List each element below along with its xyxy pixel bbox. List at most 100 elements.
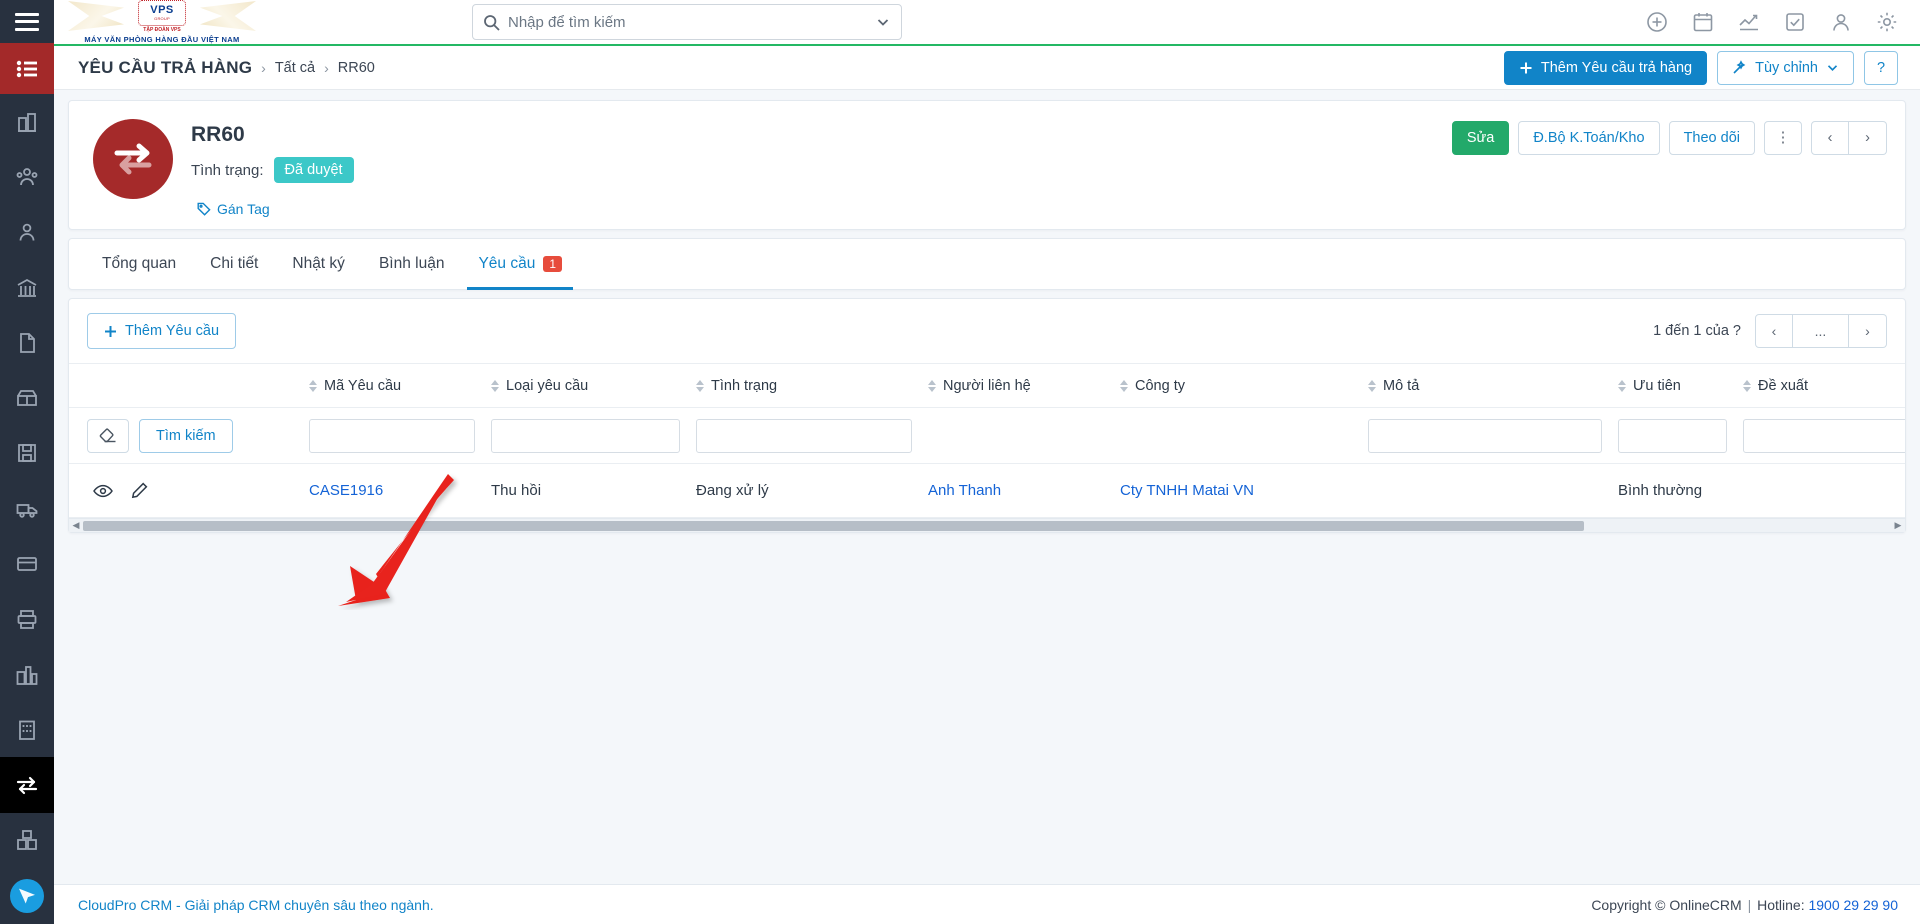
status-badge[interactable]: Đã duyệt	[273, 157, 354, 183]
pagination-more-button[interactable]: ...	[1793, 314, 1849, 348]
footer-copyright: Copyright © OnlineCRM | Hotline: 1900 29…	[1591, 897, 1898, 913]
sort-icon[interactable]	[696, 379, 704, 392]
tab-binh-luan[interactable]: Bình luận	[362, 239, 462, 289]
filter-input-ma-yeu-cau[interactable]	[309, 418, 475, 453]
sort-icon[interactable]	[1618, 379, 1626, 392]
tab-chi-tiet[interactable]: Chi tiết	[193, 239, 275, 289]
tab-tong-quan[interactable]: Tổng quan	[85, 239, 193, 289]
plus-icon	[1520, 62, 1532, 73]
contact-link[interactable]: Anh Thanh	[928, 482, 1001, 499]
filter-input-loai-yeu-cau[interactable]	[491, 418, 680, 453]
filter-input-de-xuat[interactable]	[1743, 418, 1905, 453]
column-mo-ta[interactable]: Mô tả	[1360, 363, 1610, 408]
sidebar-item-payments[interactable]	[0, 592, 54, 647]
column-de-xuat[interactable]: Đề xuất	[1735, 363, 1905, 408]
sidebar-item-branches[interactable]	[0, 647, 54, 702]
column-tinh-trang[interactable]: Tình trạng	[688, 363, 920, 408]
sort-icon[interactable]	[1368, 379, 1376, 392]
follow-button[interactable]: Theo dõi	[1668, 121, 1755, 155]
card-icon	[17, 557, 37, 571]
clear-filters-button[interactable]	[87, 418, 129, 453]
calendar-icon[interactable]	[1692, 11, 1714, 33]
sidebar-chat-button[interactable]	[0, 868, 54, 924]
plus-circle-icon[interactable]	[1646, 11, 1668, 33]
column-loai-yeu-cau[interactable]: Loại yêu cầu	[483, 363, 688, 408]
cell-de-xuat	[1735, 463, 1905, 518]
breadcrumb-item-all[interactable]: Tất cả	[275, 60, 315, 76]
search-box[interactable]	[472, 4, 902, 40]
sidebar-item-contacts[interactable]	[0, 205, 54, 260]
column-uu-tien[interactable]: Ưu tiên	[1610, 363, 1735, 408]
next-record-button[interactable]: ›	[1849, 121, 1887, 155]
chart-icon[interactable]	[1738, 11, 1760, 33]
logo-seal-text: VPS	[150, 4, 174, 16]
footer-product-link[interactable]: CloudPro CRM - Giải pháp CRM chuyên sâu …	[78, 897, 434, 913]
sync-accounting-button[interactable]: Đ.Bộ K.Toán/Kho	[1518, 121, 1660, 155]
sidebar-item-leads[interactable]	[0, 149, 54, 204]
tab-nhat-ky[interactable]: Nhật ký	[275, 239, 362, 289]
filter-input-mo-ta[interactable]	[1368, 418, 1602, 453]
sidebar-item-invoices[interactable]	[0, 536, 54, 591]
pagination-previous-button[interactable]: ‹	[1755, 314, 1793, 348]
sidebar-item-products[interactable]	[0, 371, 54, 426]
search-filter-button[interactable]: Tìm kiếm	[139, 418, 233, 453]
search-input[interactable]	[508, 13, 869, 31]
scrollbar-thumb[interactable]	[83, 520, 1584, 531]
scrollbar-track[interactable]	[83, 519, 1891, 533]
footer-hotline-number[interactable]: 1900 29 29 90	[1808, 897, 1898, 913]
scroll-left-arrow-icon[interactable]: ◀	[69, 521, 83, 530]
sort-icon[interactable]	[491, 379, 499, 392]
hamburger-icon	[15, 12, 39, 31]
sidebar-item-dashboard[interactable]	[0, 94, 54, 149]
global-search	[472, 4, 902, 40]
user-icon[interactable]	[1830, 11, 1852, 33]
more-actions-button[interactable]: ⋮	[1764, 121, 1802, 155]
filter-input-tinh-trang[interactable]	[696, 418, 912, 453]
task-check-icon[interactable]	[1784, 11, 1806, 33]
assign-tag-label: Gán Tag	[217, 201, 270, 217]
chevron-down-icon[interactable]	[869, 14, 891, 30]
sidebar-item-inventory[interactable]	[0, 426, 54, 481]
sidebar-toggle-button[interactable]	[0, 0, 54, 44]
sidebar-item-documents[interactable]	[0, 315, 54, 370]
sort-icon[interactable]	[309, 379, 317, 392]
company-link[interactable]: Cty TNHH Matai VN	[1120, 482, 1254, 499]
sort-icon[interactable]	[1743, 379, 1751, 392]
customize-button[interactable]: Tùy chỉnh	[1717, 50, 1854, 85]
sort-icon[interactable]	[928, 379, 936, 392]
pagination-next-button[interactable]: ›	[1849, 314, 1887, 348]
filter-cell-uu-tien	[1610, 407, 1735, 464]
sidebar-item-deliveries[interactable]	[0, 481, 54, 536]
request-code-link[interactable]: CASE1916	[309, 482, 383, 499]
add-return-request-button[interactable]: Thêm Yêu cầu trả hàng	[1503, 50, 1708, 85]
sidebar-item-return-requests[interactable]	[0, 757, 54, 813]
footer-copyright-text: Copyright © OnlineCRM	[1591, 896, 1742, 913]
tab-label: Bình luận	[378, 255, 445, 272]
sidebar-item-reports[interactable]	[0, 813, 54, 868]
breadcrumb-item-record[interactable]: RR60	[338, 60, 375, 76]
help-button[interactable]: ?	[1864, 50, 1898, 85]
sidebar-item-organizations[interactable]	[0, 260, 54, 315]
tab-yeu-cau[interactable]: Yêu cầu 1	[461, 239, 579, 290]
sidebar-item-departments[interactable]	[0, 702, 54, 757]
add-request-button[interactable]: Thêm Yêu cầu	[87, 313, 237, 349]
sort-icon[interactable]	[1120, 379, 1128, 392]
previous-record-button[interactable]: ‹	[1811, 121, 1849, 155]
assign-tag-link[interactable]: Gán Tag	[197, 201, 354, 217]
scroll-right-arrow-icon[interactable]: ▶	[1891, 521, 1905, 530]
table-filter-row: Tìm kiếm	[69, 407, 1905, 464]
column-ma-yeu-cau[interactable]: Mã Yêu cầu	[301, 363, 483, 408]
filter-input-uu-tien[interactable]	[1618, 418, 1727, 453]
horizontal-scrollbar[interactable]: ◀ ▶	[69, 518, 1905, 532]
gear-icon[interactable]	[1876, 11, 1898, 33]
edit-button[interactable]: Sửa	[1451, 121, 1510, 155]
customize-label: Tùy chỉnh	[1755, 59, 1818, 76]
footer-hotline-label: Hotline:	[1757, 896, 1805, 913]
table-row[interactable]: CASE1916 Thu hồi Đang xử lý Anh Thanh Ct…	[69, 463, 1905, 518]
sidebar-item-menu[interactable]	[0, 43, 54, 95]
pencil-icon[interactable]	[131, 482, 148, 499]
eye-icon[interactable]	[93, 484, 113, 498]
search-icon	[483, 14, 500, 31]
column-cong-ty[interactable]: Công ty	[1112, 363, 1360, 408]
column-nguoi-lien-he[interactable]: Người liên hệ	[920, 363, 1112, 408]
